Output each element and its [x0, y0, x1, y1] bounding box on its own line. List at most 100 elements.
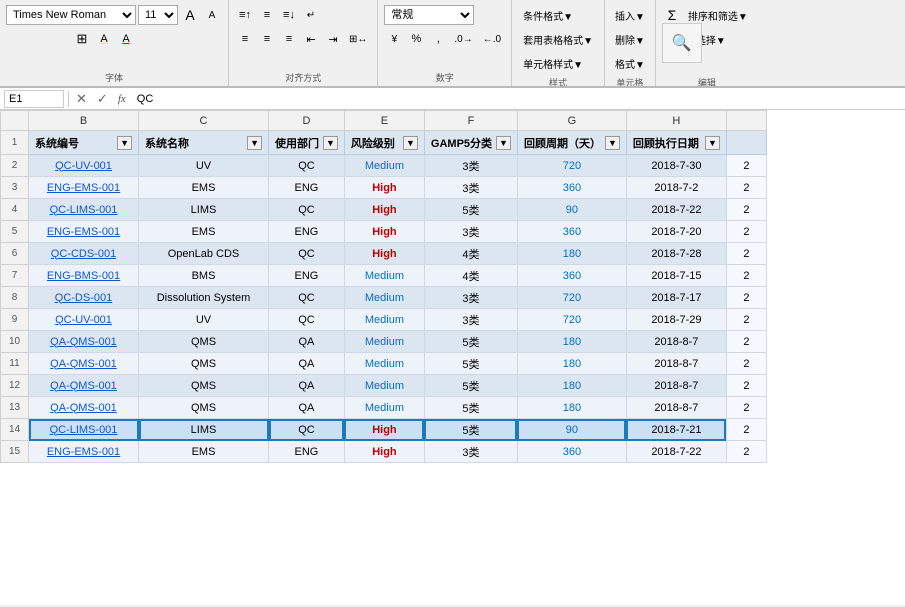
sysid-link[interactable]: ENG-BMS-001 [47, 270, 120, 282]
cell-sysid[interactable]: QA-QMS-001 [29, 375, 139, 397]
formula-confirm-btn[interactable]: ✓ [94, 91, 111, 107]
filter-sysname-btn[interactable]: ▼ [247, 136, 262, 150]
table-row[interactable]: 10QA-QMS-001QMSQAMedium5类1802018-8-72 [1, 331, 767, 353]
cell-risk[interactable]: Medium [344, 155, 424, 177]
cell-period[interactable]: 360 [517, 265, 626, 287]
sysid-link[interactable]: QC-LIMS-001 [50, 204, 118, 216]
autosum-btn[interactable]: Σ [662, 5, 682, 25]
sysid-link[interactable]: QC-UV-001 [55, 314, 112, 326]
cell-risk[interactable]: High [344, 243, 424, 265]
cell-sysid[interactable]: QC-LIMS-001 [29, 419, 139, 441]
cell-risk[interactable]: High [344, 177, 424, 199]
font-name-select[interactable]: Times New Roman [6, 5, 136, 25]
cell-period[interactable]: 180 [517, 397, 626, 419]
cell-risk[interactable]: Medium [344, 331, 424, 353]
cell-dept[interactable]: QC [269, 199, 345, 221]
align-bottom-btn[interactable]: ≡↓ [279, 5, 299, 25]
col-header-F[interactable]: F [424, 111, 517, 131]
cell-gamp5[interactable]: 5类 [424, 375, 517, 397]
cell-date[interactable]: 2018-8-7 [626, 331, 726, 353]
col-header-I[interactable] [726, 111, 766, 131]
percent-btn[interactable]: % [406, 29, 426, 49]
cell-period[interactable]: 360 [517, 441, 626, 463]
cell-date[interactable]: 2018-7-2 [626, 177, 726, 199]
table-row[interactable]: 6QC-CDS-001OpenLab CDSQCHigh4类1802018-7-… [1, 243, 767, 265]
cell-date[interactable]: 2018-7-17 [626, 287, 726, 309]
cell-gamp5[interactable]: 5类 [424, 419, 517, 441]
cell-gamp5[interactable]: 3类 [424, 287, 517, 309]
cell-date[interactable]: 2018-8-7 [626, 397, 726, 419]
table-row[interactable]: 12QA-QMS-001QMSQAMedium5类1802018-8-72 [1, 375, 767, 397]
cell-sysid[interactable]: QA-QMS-001 [29, 397, 139, 419]
currency-btn[interactable]: ¥ [384, 29, 404, 49]
cell-sysname[interactable]: LIMS [139, 419, 269, 441]
cell-risk[interactable]: Medium [344, 265, 424, 287]
cell-sysid[interactable]: QA-QMS-001 [29, 331, 139, 353]
decrease-decimal-btn[interactable]: ←.0 [479, 29, 505, 49]
formula-cancel-btn[interactable]: ✕ [73, 91, 90, 107]
insert-btn[interactable]: 插入▼ [611, 5, 649, 25]
align-left-btn[interactable]: ≡ [235, 29, 255, 49]
cell-gamp5[interactable]: 4类 [424, 243, 517, 265]
cell-dept[interactable]: QA [269, 331, 345, 353]
cell-gamp5[interactable]: 3类 [424, 221, 517, 243]
cell-period[interactable]: 720 [517, 155, 626, 177]
cell-sysname[interactable]: UV [139, 155, 269, 177]
cell-period[interactable]: 720 [517, 287, 626, 309]
table-row[interactable]: 13QA-QMS-001QMSQAMedium5类1802018-8-72 [1, 397, 767, 419]
cell-risk[interactable]: High [344, 221, 424, 243]
table-row[interactable]: 7ENG-BMS-001BMSENGMedium4类3602018-7-152 [1, 265, 767, 287]
cell-date[interactable]: 2018-7-20 [626, 221, 726, 243]
cell-period[interactable]: 720 [517, 309, 626, 331]
cell-sysname[interactable]: OpenLab CDS [139, 243, 269, 265]
cell-sysid[interactable]: QA-QMS-001 [29, 353, 139, 375]
table-row[interactable]: 14QC-LIMS-001LIMSQCHigh5类902018-7-212 [1, 419, 767, 441]
filter-period-btn[interactable]: ▼ [605, 136, 620, 150]
cell-sysid[interactable]: ENG-EMS-001 [29, 177, 139, 199]
cell-date[interactable]: 2018-7-21 [626, 419, 726, 441]
sysid-link[interactable]: QC-LIMS-001 [50, 424, 118, 436]
cell-sysname[interactable]: EMS [139, 221, 269, 243]
cell-dept[interactable]: ENG [269, 265, 345, 287]
cell-gamp5[interactable]: 3类 [424, 309, 517, 331]
cell-sysid[interactable]: QC-UV-001 [29, 309, 139, 331]
sysid-link[interactable]: QC-CDS-001 [51, 248, 116, 260]
cell-dept[interactable]: QA [269, 397, 345, 419]
cell-period[interactable]: 360 [517, 177, 626, 199]
align-top-btn[interactable]: ≡↑ [235, 5, 255, 25]
cell-dept[interactable]: QC [269, 243, 345, 265]
decrease-font-btn[interactable]: A [202, 5, 222, 25]
cell-reference[interactable] [4, 90, 64, 108]
cell-dept[interactable]: QC [269, 419, 345, 441]
cell-date[interactable]: 2018-8-7 [626, 375, 726, 397]
cell-risk[interactable]: Medium [344, 309, 424, 331]
cell-sysname[interactable]: BMS [139, 265, 269, 287]
cell-gamp5[interactable]: 3类 [424, 441, 517, 463]
col-header-H[interactable]: H [626, 111, 726, 131]
table-style-btn[interactable]: 套用表格格式▼ [518, 29, 598, 49]
cell-date[interactable]: 2018-7-22 [626, 199, 726, 221]
underline-btn[interactable] [50, 29, 70, 49]
table-row[interactable]: 5ENG-EMS-001EMSENGHigh3类3602018-7-202 [1, 221, 767, 243]
cell-gamp5[interactable]: 3类 [424, 177, 517, 199]
sysid-link[interactable]: QA-QMS-001 [50, 336, 117, 348]
spreadsheet[interactable]: B C D E F G H 1 系统编号 ▼ [0, 110, 905, 605]
bold-btn[interactable] [6, 29, 26, 49]
cell-sysid[interactable]: QC-LIMS-001 [29, 199, 139, 221]
cell-gamp5[interactable]: 4类 [424, 265, 517, 287]
cell-dept[interactable]: QC [269, 155, 345, 177]
cell-period[interactable]: 180 [517, 375, 626, 397]
cell-sysname[interactable]: EMS [139, 177, 269, 199]
sysid-link[interactable]: QA-QMS-001 [50, 402, 117, 414]
table-row[interactable]: 4QC-LIMS-001LIMSQCHigh5类902018-7-222 [1, 199, 767, 221]
cell-dept[interactable]: QC [269, 287, 345, 309]
cell-period[interactable]: 90 [517, 419, 626, 441]
cell-sysid[interactable]: ENG-EMS-001 [29, 441, 139, 463]
cell-dept[interactable]: ENG [269, 441, 345, 463]
formula-input[interactable] [133, 93, 901, 105]
increase-decimal-btn[interactable]: .0→ [450, 29, 476, 49]
cell-date[interactable]: 2018-7-30 [626, 155, 726, 177]
delete-btn[interactable]: 删除▼ [611, 29, 649, 49]
sysid-link[interactable]: QC-DS-001 [55, 292, 112, 304]
font-color-btn[interactable]: A [116, 29, 136, 49]
